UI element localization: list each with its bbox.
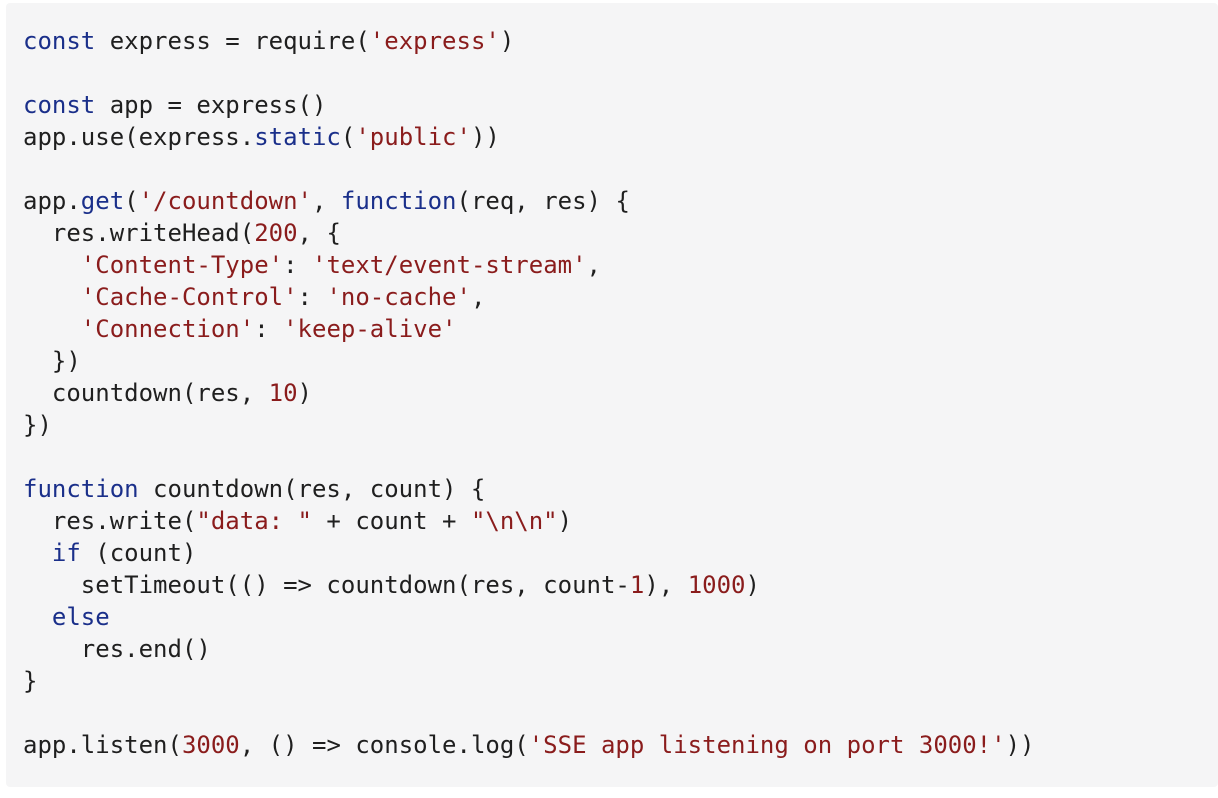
code-text: res.write( [23, 507, 197, 535]
code-string: 'SSE app listening on port 3000!' [528, 731, 1006, 759]
code-text: )) [1005, 731, 1035, 759]
code-keyword: const [23, 91, 96, 119]
code-number: 200 [254, 219, 298, 247]
code-text: app.use(express. [23, 123, 255, 151]
code-keyword: if [51, 539, 81, 567]
code-text: }) [23, 411, 52, 439]
code-text: (count) [80, 539, 197, 567]
code-keyword: function [23, 475, 139, 503]
code-text: : [254, 315, 284, 343]
code-string: 'Content-Type' [80, 251, 284, 279]
code-text: ) [297, 379, 312, 407]
code-keyword: get [80, 187, 125, 215]
code-text: ) [499, 27, 515, 55]
code-string: 'no-cache' [326, 283, 471, 311]
code-string: 'keep-alive' [283, 315, 457, 343]
code-text: , [586, 251, 601, 279]
code-text: }) [23, 347, 81, 375]
code-number: 1000 [687, 571, 746, 599]
code-text: : [297, 283, 327, 311]
code-number: 1 [629, 571, 645, 599]
code-text: countdown(res, count) { [138, 475, 486, 503]
code-line: function countdown(res, count) { [23, 473, 1218, 505]
code-keyword: function [340, 187, 457, 215]
code-text: , { [297, 219, 341, 247]
code-line: const express = require('express') [23, 25, 1218, 57]
code-text: : [283, 251, 312, 279]
code-line: app.use(express.static('public')) [23, 121, 1218, 153]
code-keyword: static [254, 123, 341, 151]
code-text: express = require( [95, 27, 370, 55]
code-text: ( [124, 187, 139, 215]
code-string: 'express' [369, 27, 500, 55]
code-text: setTimeout(() => countdown(res, count- [23, 571, 630, 599]
code-number: 3000 [181, 731, 240, 759]
code-text: ) [557, 507, 573, 535]
code-text: , [470, 283, 486, 311]
code-text: app. [23, 187, 81, 215]
code-text: + count + [311, 507, 471, 535]
code-lines: const express = require('express') const… [23, 25, 1218, 761]
code-text: )) [470, 123, 500, 151]
code-text: app.listen( [23, 731, 182, 759]
code-string: 'Connection' [80, 315, 255, 343]
code-string: 'public' [355, 123, 471, 151]
code-text: ), [644, 571, 688, 599]
code-string: 'Cache-Control' [80, 283, 298, 311]
code-text: ( [340, 123, 356, 151]
code-text: } [23, 667, 38, 695]
code-text: , () => console.log( [239, 731, 529, 759]
code-line: res.writeHead(200, { [23, 217, 1218, 249]
code-string: 'text/event-stream' [312, 251, 587, 279]
code-line: 'Content-Type': 'text/event-stream', [23, 249, 1218, 281]
code-string: "\n\n" [470, 507, 558, 535]
code-text: res.end() [23, 635, 211, 663]
code-line: countdown(res, 10) [23, 377, 1218, 409]
code-line: const app = express() [23, 89, 1218, 121]
code-text: countdown(res, [23, 379, 269, 407]
code-line: if (count) [23, 537, 1218, 569]
code-keyword: else [51, 603, 110, 631]
code-keyword: const [23, 27, 96, 55]
code-number: 10 [268, 379, 298, 407]
code-line: app.get('/countdown', function(req, res)… [23, 185, 1218, 217]
code-line: 'Cache-Control': 'no-cache', [23, 281, 1218, 313]
code-text: res.writeHead( [23, 219, 255, 247]
code-text: app = express() [95, 91, 327, 119]
code-line: }) [23, 345, 1218, 377]
code-string: "data: " [196, 507, 312, 535]
code-line: res.write("data: " + count + "\n\n") [23, 505, 1218, 537]
code-line: }) [23, 409, 1218, 441]
code-text: (req, res) { [456, 187, 630, 215]
code-line: 'Connection': 'keep-alive' [23, 313, 1218, 345]
code-line: res.end() [23, 633, 1218, 665]
code-line: } [23, 665, 1218, 697]
code-text: ) [745, 571, 760, 599]
code-text: , [312, 187, 341, 215]
code-line: else [23, 601, 1218, 633]
code-string: '/countdown' [138, 187, 312, 215]
code-block: const express = require('express') const… [6, 3, 1218, 787]
code-line: setTimeout(() => countdown(res, count-1)… [23, 569, 1218, 601]
code-line: app.listen(3000, () => console.log('SSE … [23, 729, 1218, 761]
